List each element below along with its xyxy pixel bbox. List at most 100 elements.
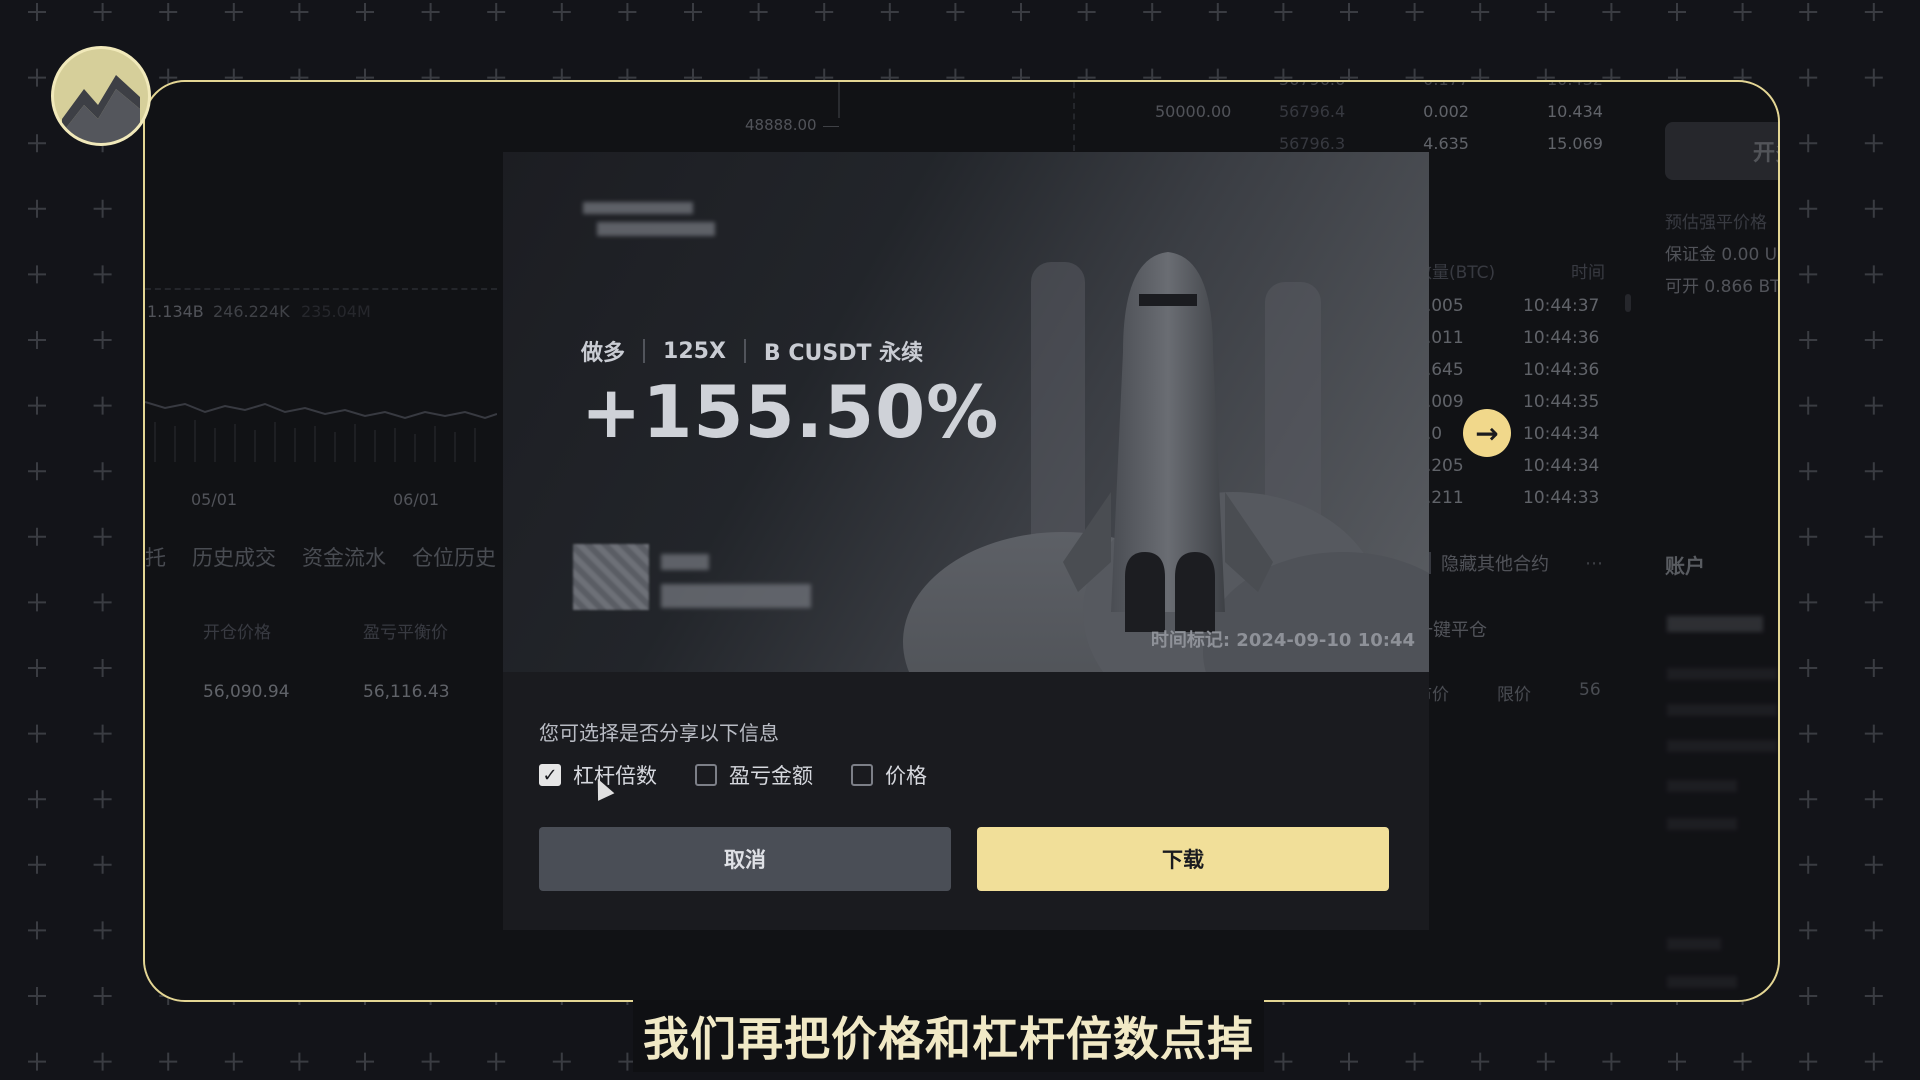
plus-mark xyxy=(1733,1052,1752,1071)
plus-mark xyxy=(28,3,46,21)
plus-mark xyxy=(28,790,46,809)
plus-mark xyxy=(1864,134,1883,153)
divider xyxy=(643,339,646,363)
plus-mark xyxy=(93,331,112,349)
option-price[interactable]: 价格 xyxy=(851,760,927,790)
qr-code-blurred xyxy=(573,544,649,610)
plus-mark xyxy=(1799,462,1818,481)
plus-mark xyxy=(28,462,46,481)
plus-mark xyxy=(28,265,46,284)
plus-mark xyxy=(93,265,112,284)
checkbox-price[interactable] xyxy=(851,764,873,786)
plus-mark xyxy=(1012,3,1030,21)
plus-mark xyxy=(1340,3,1358,21)
plus-mark xyxy=(1799,659,1818,677)
option-pnl-amount[interactable]: 盈亏金额 xyxy=(695,760,813,790)
plus-mark xyxy=(93,1052,112,1071)
plus-mark xyxy=(28,921,46,940)
plus-mark xyxy=(1602,1052,1621,1071)
rocket-illustration xyxy=(903,252,1429,672)
plus-mark xyxy=(487,3,506,21)
plus-mark xyxy=(28,987,46,1005)
plus-mark xyxy=(1602,3,1621,21)
plus-mark xyxy=(1799,790,1818,809)
download-label: 下载 xyxy=(1162,848,1204,872)
plus-mark xyxy=(93,987,112,1005)
screen-frame: 48888.00 50000.00 56796.60.17710.432 567… xyxy=(143,80,1780,1002)
plus-mark xyxy=(1864,921,1883,940)
channel-logo xyxy=(51,46,151,146)
plus-mark xyxy=(224,1052,243,1071)
plus-mark xyxy=(618,3,637,21)
plus-mark xyxy=(28,396,46,415)
plus-mark xyxy=(1864,1052,1883,1071)
plus-mark xyxy=(28,593,46,612)
plus-mark xyxy=(1405,3,1424,21)
plus-mark xyxy=(28,1052,46,1071)
plus-mark xyxy=(356,1052,374,1071)
next-card-button[interactable]: → xyxy=(1463,409,1511,457)
plus-mark xyxy=(1864,593,1883,612)
plus-mark xyxy=(93,593,112,612)
plus-mark xyxy=(1471,3,1490,21)
plus-mark xyxy=(1536,3,1555,21)
plus-mark xyxy=(93,724,112,743)
plus-mark xyxy=(28,855,46,874)
plus-mark xyxy=(1471,1052,1490,1071)
plus-mark xyxy=(1799,724,1818,743)
plus-mark xyxy=(28,331,46,349)
plus-mark xyxy=(1274,3,1293,21)
plus-mark xyxy=(28,659,46,677)
cancel-button[interactable]: 取消 xyxy=(539,827,951,891)
cancel-label: 取消 xyxy=(724,848,766,872)
plus-mark xyxy=(93,3,112,21)
plus-mark xyxy=(224,3,243,21)
plus-mark xyxy=(1799,855,1818,874)
plus-mark xyxy=(93,855,112,874)
plus-mark xyxy=(880,3,899,21)
plus-mark xyxy=(1799,1052,1818,1071)
checkbox-pnl-amount[interactable] xyxy=(695,764,717,786)
plus-mark xyxy=(749,3,768,21)
share-pnl-modal: 做多 125X B CUSDT 永续 +155.50% 时间标记: 2024-0… xyxy=(503,152,1429,930)
trade-summary: 做多 125X B CUSDT 永续 xyxy=(581,335,923,367)
leverage: 125X xyxy=(663,338,726,364)
plus-mark xyxy=(1799,593,1818,612)
plus-mark xyxy=(1536,1052,1555,1071)
plus-mark xyxy=(28,527,46,546)
plus-mark xyxy=(1799,921,1818,940)
plus-mark xyxy=(1864,724,1883,743)
plus-mark xyxy=(28,134,46,153)
plus-mark xyxy=(1799,331,1818,349)
plus-mark xyxy=(1864,199,1883,218)
plus-mark xyxy=(1864,265,1883,284)
plus-mark xyxy=(356,3,374,21)
plus-mark xyxy=(28,724,46,743)
time-stamp: 时间标记: 2024-09-10 10:44 xyxy=(1150,630,1415,651)
plus-mark xyxy=(1405,1052,1424,1071)
plus-mark xyxy=(1208,3,1227,21)
plus-mark xyxy=(1799,265,1818,284)
plus-mark xyxy=(1864,3,1883,21)
checkbox-leverage[interactable]: ✓ xyxy=(539,764,561,786)
plus-mark xyxy=(93,527,112,546)
plus-mark xyxy=(487,1052,506,1071)
plus-mark xyxy=(290,3,309,21)
pnl-share-card: 做多 125X B CUSDT 永续 +155.50% 时间标记: 2024-0… xyxy=(503,152,1429,672)
plus-mark xyxy=(159,1052,178,1071)
download-button[interactable]: 下载 xyxy=(977,827,1389,891)
option-label: 盈亏金额 xyxy=(729,764,813,788)
referral-code-blurred xyxy=(661,584,811,608)
divider xyxy=(743,339,746,363)
plus-mark xyxy=(159,3,178,21)
option-label: 价格 xyxy=(885,764,927,788)
trading-pair: B CUSDT 永续 xyxy=(763,341,924,366)
plus-mark xyxy=(1340,1052,1358,1071)
plus-mark xyxy=(93,921,112,940)
plus-mark xyxy=(1864,659,1883,677)
plus-mark xyxy=(1864,68,1883,87)
plus-mark xyxy=(1864,790,1883,809)
plus-mark xyxy=(1668,1052,1686,1071)
plus-mark xyxy=(1668,3,1686,21)
plus-mark xyxy=(1864,855,1883,874)
